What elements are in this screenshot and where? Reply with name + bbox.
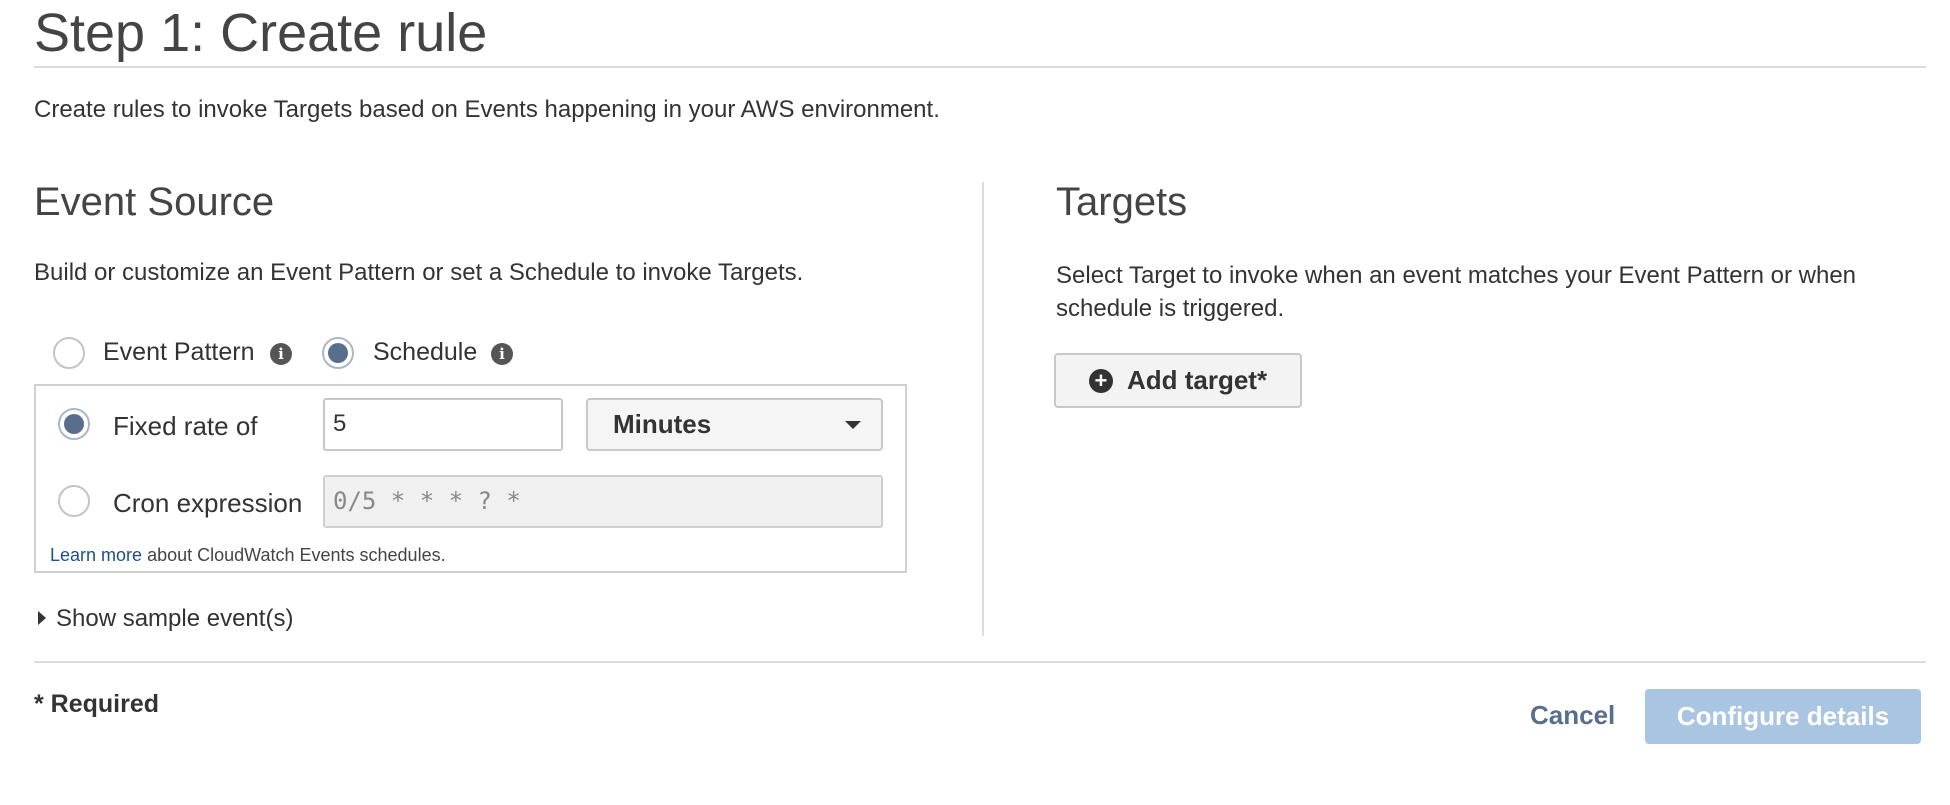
info-icon[interactable]: i xyxy=(270,343,292,365)
targets-description: Select Target to invoke when an event ma… xyxy=(1056,262,1857,322)
schedule-label[interactable]: Schedule xyxy=(373,338,477,367)
event-source-description: Build or customize an Event Pattern or s… xyxy=(34,259,804,286)
rate-unit-select[interactable]: Minutes xyxy=(586,398,883,451)
rate-unit-value: Minutes xyxy=(613,409,712,439)
show-sample-events-toggle[interactable]: Show sample event(s) xyxy=(38,605,293,633)
rate-value-input[interactable]: 5 xyxy=(323,398,563,451)
event-pattern-radio[interactable] xyxy=(53,337,85,369)
learn-more-link[interactable]: Learn more xyxy=(50,545,142,565)
caret-right-icon xyxy=(38,611,46,625)
info-icon[interactable]: i xyxy=(491,343,513,365)
required-note: * Required xyxy=(34,690,160,718)
event-source-title: Event Source xyxy=(34,180,275,224)
plus-circle-icon: + xyxy=(1088,369,1113,393)
footer-divider xyxy=(34,661,1926,663)
learn-more-row: Learn more about CloudWatch Events sched… xyxy=(50,545,446,566)
configure-details-button[interactable]: Configure details xyxy=(1645,689,1921,744)
cron-expression-label[interactable]: Cron expression xyxy=(113,488,302,519)
cron-expression-input[interactable]: 0/5 * * * ? * xyxy=(323,475,883,528)
page-description: Create rules to invoke Targets based on … xyxy=(34,96,940,123)
targets-title: Targets xyxy=(1056,180,1188,224)
event-pattern-label[interactable]: Event Pattern xyxy=(103,338,254,367)
title-divider xyxy=(34,66,1926,68)
add-target-button[interactable]: + Add target* xyxy=(1054,353,1302,408)
column-divider xyxy=(982,182,984,636)
cron-expression-radio[interactable] xyxy=(58,485,90,517)
learn-more-text: about CloudWatch Events schedules. xyxy=(147,545,446,565)
fixed-rate-radio[interactable] xyxy=(58,408,90,440)
chevron-down-icon xyxy=(845,421,861,429)
show-sample-events-label: Show sample event(s) xyxy=(56,605,294,632)
page-title: Step 1: Create rule xyxy=(34,3,488,63)
cancel-button[interactable]: Cancel xyxy=(1530,700,1615,731)
add-target-label: Add target* xyxy=(1126,365,1268,395)
fixed-rate-label[interactable]: Fixed rate of xyxy=(113,411,258,442)
schedule-radio[interactable] xyxy=(322,337,354,369)
